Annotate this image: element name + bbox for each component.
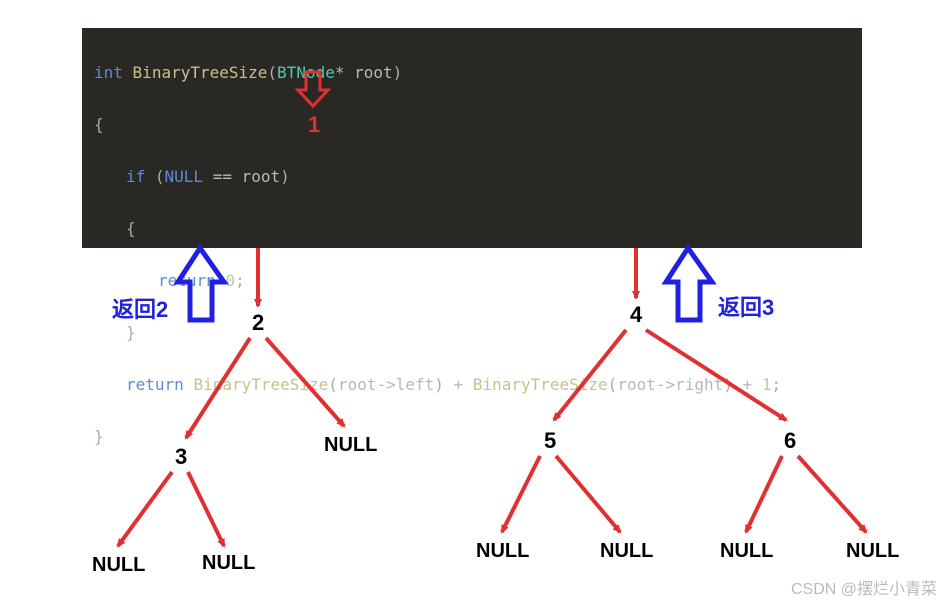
return-left-label: 返回2 — [112, 292, 168, 324]
param-root: root — [354, 63, 393, 82]
kw-return: return — [158, 271, 216, 290]
null-5r: NULL — [600, 540, 653, 563]
null-6r: NULL — [846, 540, 899, 563]
return-right-label: 返回3 — [718, 290, 774, 322]
node-3: 3 — [175, 444, 187, 470]
kw-null: NULL — [165, 167, 204, 186]
null-6l: NULL — [720, 540, 773, 563]
root-label-1: 1 — [308, 112, 320, 138]
null-3l: NULL — [92, 554, 145, 577]
code-block: int BinaryTreeSize(BTNode* root) { if (N… — [82, 28, 862, 248]
null-3r: NULL — [202, 552, 255, 575]
node-6: 6 — [784, 428, 796, 454]
node-4: 4 — [630, 302, 642, 328]
fn-name: BinaryTreeSize — [133, 63, 268, 82]
node-2: 2 — [252, 310, 264, 336]
kw-int: int — [94, 63, 123, 82]
null-5l: NULL — [476, 540, 529, 563]
kw-if: if — [126, 167, 145, 186]
type-btnode: BTNode — [277, 63, 335, 82]
watermark: CSDN @摆烂小青菜 — [791, 575, 937, 599]
null-2r: NULL — [324, 434, 377, 457]
node-5: 5 — [544, 428, 556, 454]
